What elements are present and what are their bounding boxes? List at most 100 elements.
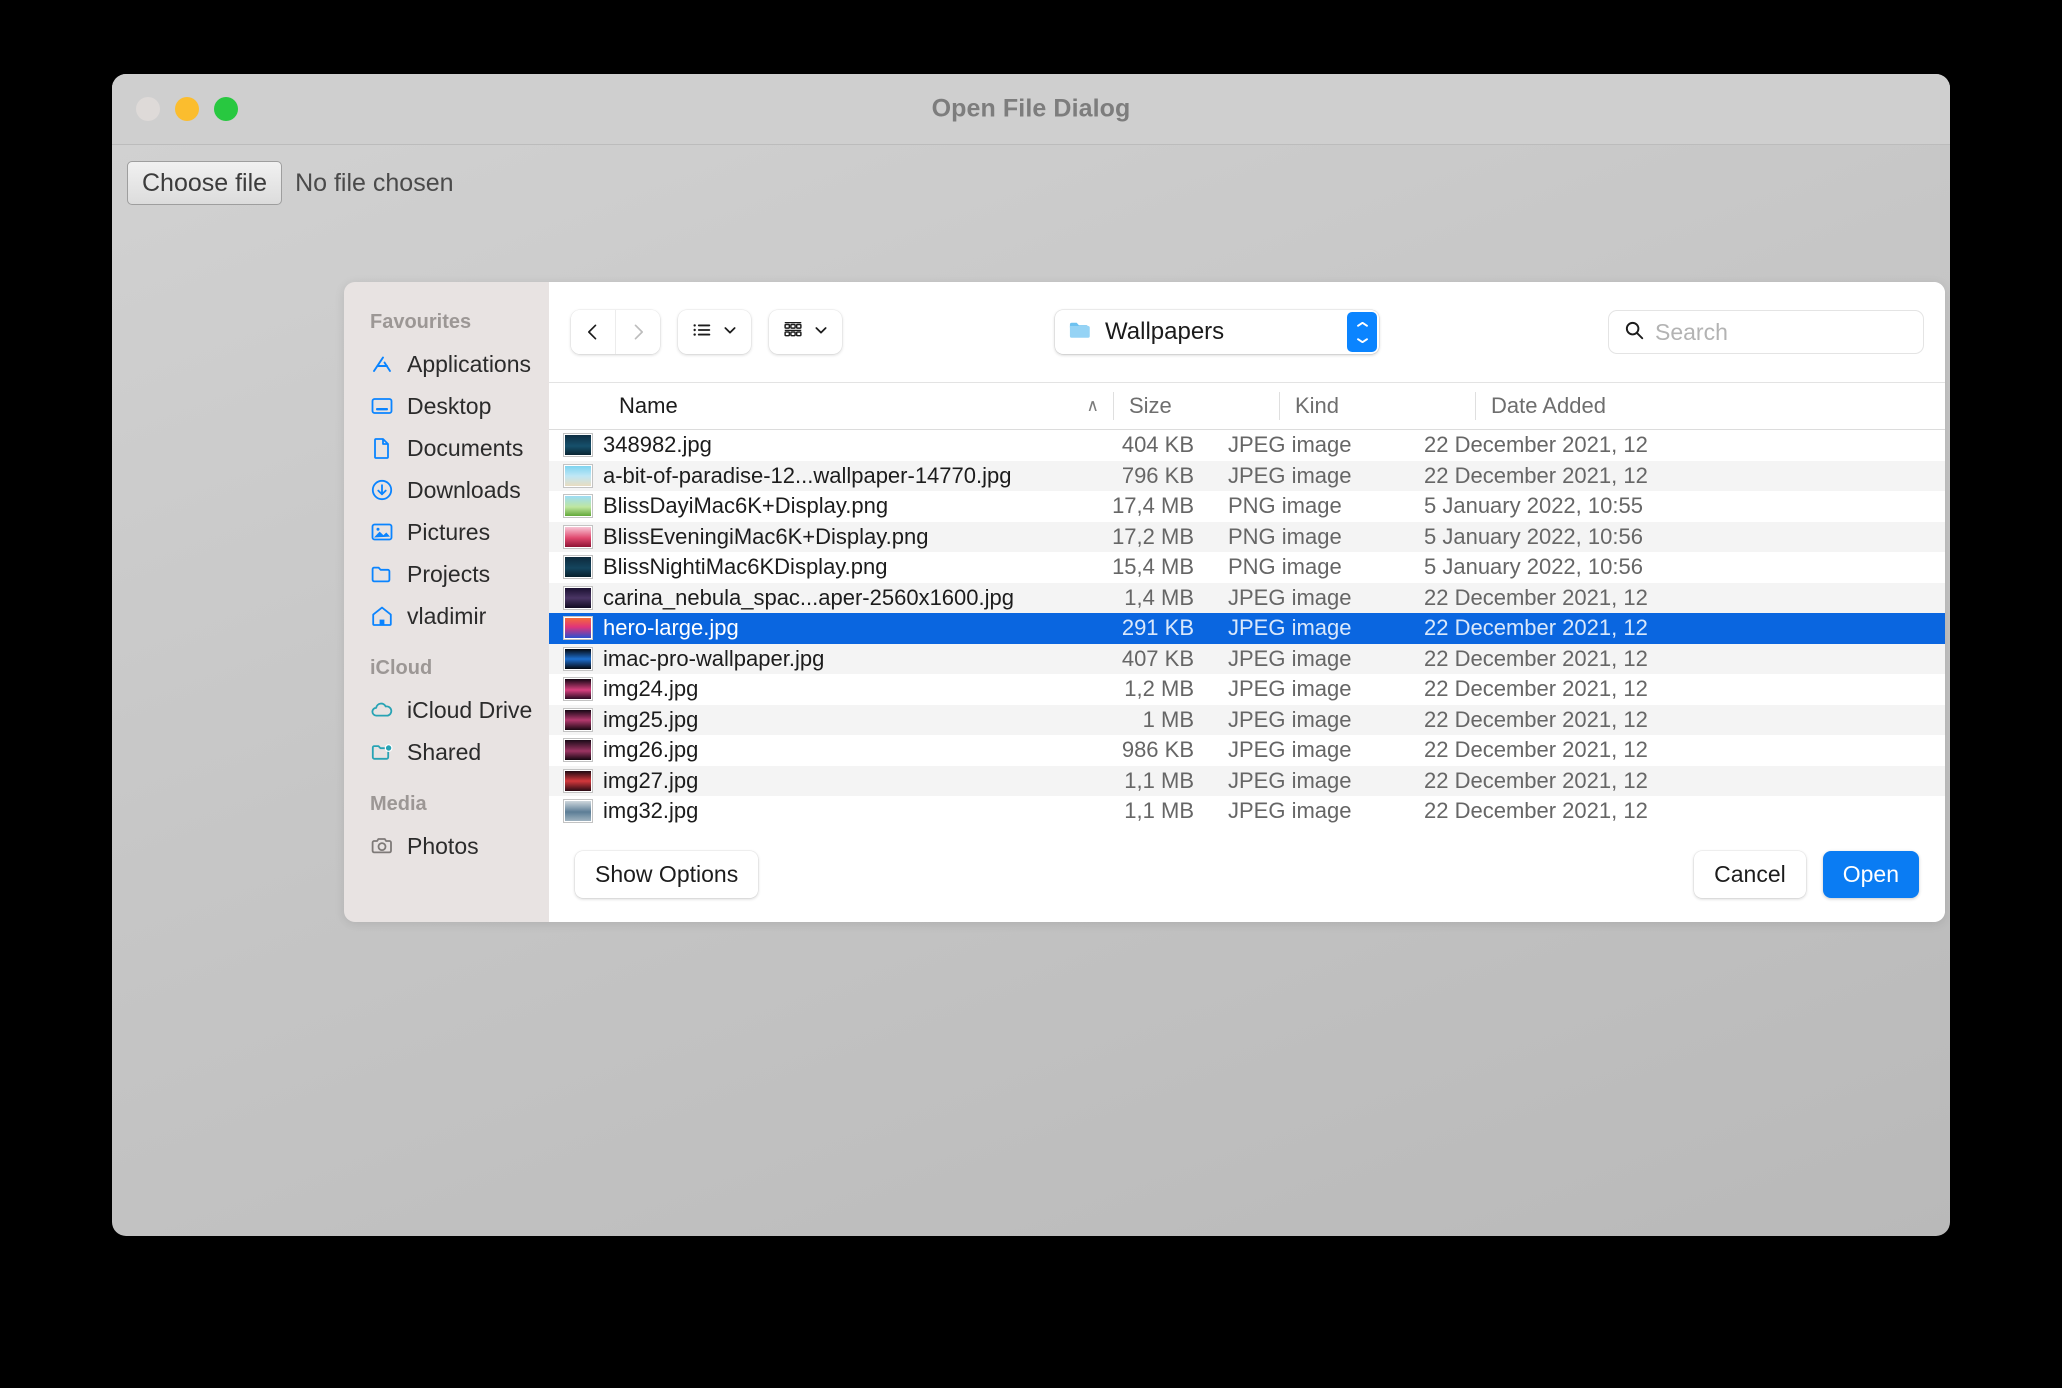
file-thumbnail-icon bbox=[564, 709, 592, 731]
sidebar-section-icloud-title: iCloud bbox=[344, 637, 549, 689]
choose-file-button[interactable]: Choose file bbox=[127, 161, 282, 205]
file-date-added-cell: 22 December 2021, 12 bbox=[1408, 707, 1945, 733]
column-header-name[interactable]: Name ∧ bbox=[549, 383, 1113, 429]
file-name-label: img27.jpg bbox=[603, 768, 698, 794]
file-kind-cell: JPEG image bbox=[1212, 768, 1408, 794]
table-row[interactable]: BlissEveningiMac6K+Display.png17,2 MBPNG… bbox=[549, 522, 1945, 553]
file-name-cell: img26.jpg bbox=[549, 737, 1044, 763]
sidebar-item-projects[interactable]: Projects bbox=[344, 553, 549, 595]
back-button[interactable] bbox=[571, 310, 615, 354]
sidebar-item-label: iCloud Drive bbox=[407, 697, 532, 724]
sidebar-item-pictures[interactable]: Pictures bbox=[344, 511, 549, 553]
file-thumbnail-icon bbox=[564, 770, 592, 792]
sidebar-item-label: Applications bbox=[407, 351, 531, 378]
table-row[interactable]: BlissDayiMac6K+Display.png17,4 MBPNG ima… bbox=[549, 491, 1945, 522]
up-down-chevron-icon[interactable] bbox=[1347, 312, 1377, 352]
table-row[interactable]: img25.jpg1 MBJPEG image22 December 2021,… bbox=[549, 705, 1945, 736]
show-options-button[interactable]: Show Options bbox=[575, 851, 758, 898]
sidebar-item-documents[interactable]: Documents bbox=[344, 427, 549, 469]
browser-window: Open File Dialog Choose file No file cho… bbox=[112, 74, 1950, 1236]
table-row[interactable]: img24.jpg1,2 MBJPEG image22 December 202… bbox=[549, 674, 1945, 705]
file-name-cell: BlissEveningiMac6K+Display.png bbox=[549, 524, 1044, 550]
column-headers: Name ∧ Size Kind Date Added bbox=[549, 382, 1945, 430]
file-name-cell: BlissDayiMac6K+Display.png bbox=[549, 493, 1044, 519]
table-row[interactable]: img27.jpg1,1 MBJPEG image22 December 202… bbox=[549, 766, 1945, 797]
table-row[interactable]: a-bit-of-paradise-12...wallpaper-14770.j… bbox=[549, 461, 1945, 492]
sidebar-item-applications[interactable]: Applications bbox=[344, 343, 549, 385]
file-date-added-cell: 22 December 2021, 12 bbox=[1408, 798, 1945, 824]
current-folder-popup[interactable]: Wallpapers bbox=[1055, 310, 1379, 354]
sidebar-item-photos[interactable]: Photos bbox=[344, 825, 549, 867]
table-row[interactable]: hero-large.jpg291 KBJPEG image22 Decembe… bbox=[549, 613, 1945, 644]
file-kind-cell: JPEG image bbox=[1212, 676, 1408, 702]
file-date-added-cell: 22 December 2021, 12 bbox=[1408, 432, 1945, 458]
file-size-cell: 404 KB bbox=[1044, 432, 1212, 458]
file-list[interactable]: 348982.jpg404 KBJPEG image22 December 20… bbox=[549, 430, 1945, 825]
file-name-cell: img27.jpg bbox=[549, 768, 1044, 794]
file-date-added-cell: 5 January 2022, 10:56 bbox=[1408, 524, 1945, 550]
sidebar-item-shared[interactable]: Shared bbox=[344, 731, 549, 773]
sidebar-section-media-title: Media bbox=[344, 773, 549, 825]
column-header-date-added[interactable]: Date Added bbox=[1475, 383, 1945, 429]
file-thumbnail-icon bbox=[564, 587, 592, 609]
cancel-button[interactable]: Cancel bbox=[1694, 851, 1806, 898]
table-row[interactable]: BlissNightiMac6KDisplay.png15,4 MBPNG im… bbox=[549, 552, 1945, 583]
file-date-added-cell: 22 December 2021, 12 bbox=[1408, 676, 1945, 702]
table-row[interactable]: img26.jpg986 KBJPEG image22 December 202… bbox=[549, 735, 1945, 766]
file-kind-cell: PNG image bbox=[1212, 493, 1408, 519]
file-name-label: img32.jpg bbox=[603, 798, 698, 824]
file-date-added-cell: 22 December 2021, 12 bbox=[1408, 768, 1945, 794]
sidebar-item-label: Projects bbox=[407, 561, 490, 588]
sidebar-item-downloads[interactable]: Downloads bbox=[344, 469, 549, 511]
file-date-added-cell: 22 December 2021, 12 bbox=[1408, 463, 1945, 489]
column-header-kind[interactable]: Kind bbox=[1279, 383, 1475, 429]
file-kind-cell: PNG image bbox=[1212, 524, 1408, 550]
finder-toolbar: Wallpapers bbox=[549, 282, 1945, 382]
pictures-icon bbox=[369, 519, 395, 545]
table-row[interactable]: img32.jpg1,1 MBJPEG image22 December 202… bbox=[549, 796, 1945, 825]
list-view-dropdown[interactable] bbox=[678, 310, 751, 354]
file-size-cell: 796 KB bbox=[1044, 463, 1212, 489]
file-size-cell: 1,4 MB bbox=[1044, 585, 1212, 611]
file-kind-cell: JPEG image bbox=[1212, 615, 1408, 641]
applications-icon bbox=[369, 351, 395, 377]
file-size-cell: 986 KB bbox=[1044, 737, 1212, 763]
sidebar-item-icloud-drive[interactable]: iCloud Drive bbox=[344, 689, 549, 731]
chevron-down-icon bbox=[813, 322, 829, 343]
document-icon bbox=[369, 435, 395, 461]
file-kind-cell: JPEG image bbox=[1212, 798, 1408, 824]
file-name-label: BlissNightiMac6KDisplay.png bbox=[603, 554, 888, 580]
column-header-size[interactable]: Size bbox=[1113, 383, 1279, 429]
file-name-cell: imac-pro-wallpaper.jpg bbox=[549, 646, 1044, 672]
sidebar-item-desktop[interactable]: Desktop bbox=[344, 385, 549, 427]
file-thumbnail-icon bbox=[564, 526, 592, 548]
table-row[interactable]: imac-pro-wallpaper.jpg407 KBJPEG image22… bbox=[549, 644, 1945, 675]
sort-ascending-icon: ∧ bbox=[1087, 396, 1099, 416]
shared-folder-icon bbox=[369, 739, 395, 765]
folder-icon bbox=[1067, 316, 1095, 349]
sidebar-item-vladimir[interactable]: vladimir bbox=[344, 595, 549, 637]
sidebar-item-label: Pictures bbox=[407, 519, 490, 546]
search-icon bbox=[1623, 319, 1645, 346]
grid-view-icon bbox=[782, 319, 804, 346]
group-view-dropdown[interactable] bbox=[769, 310, 842, 354]
navigation-buttons bbox=[571, 310, 660, 354]
table-row[interactable]: 348982.jpg404 KBJPEG image22 December 20… bbox=[549, 430, 1945, 461]
forward-button[interactable] bbox=[615, 310, 660, 354]
file-date-added-cell: 5 January 2022, 10:56 bbox=[1408, 554, 1945, 580]
sidebar-item-label: Photos bbox=[407, 833, 479, 860]
desktop-background: Open File Dialog Choose file No file cho… bbox=[0, 0, 2062, 1388]
column-header-name-label: Name bbox=[619, 393, 678, 419]
sidebar-item-label: Documents bbox=[407, 435, 523, 462]
search-field[interactable]: Search bbox=[1609, 311, 1923, 353]
open-button[interactable]: Open bbox=[1823, 851, 1919, 898]
table-row[interactable]: carina_nebula_spac...aper-2560x1600.jpg1… bbox=[549, 583, 1945, 614]
dialog-footer: Show Options Cancel Open bbox=[549, 825, 1945, 922]
file-name-label: imac-pro-wallpaper.jpg bbox=[603, 646, 824, 672]
file-date-added-cell: 22 December 2021, 12 bbox=[1408, 646, 1945, 672]
file-name-label: img24.jpg bbox=[603, 676, 698, 702]
file-picker-panel: Favourites Applications D bbox=[344, 282, 1945, 922]
file-name-label: img26.jpg bbox=[603, 737, 698, 763]
desktop-icon bbox=[369, 393, 395, 419]
file-name-cell: 348982.jpg bbox=[549, 432, 1044, 458]
